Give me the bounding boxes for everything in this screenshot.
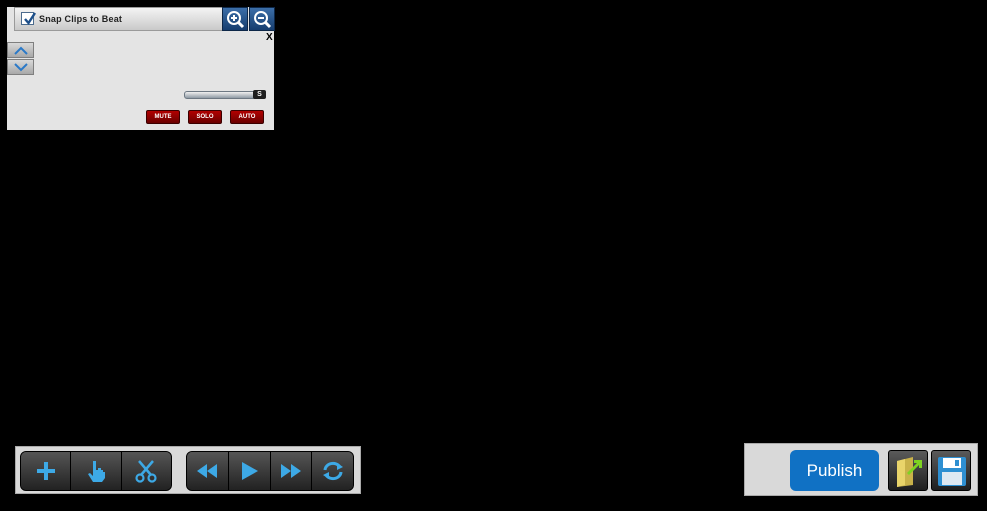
fast-forward-icon — [280, 464, 301, 478]
play-icon — [242, 462, 259, 480]
track-panel: Snap Clips to Beat X S MUTE SOLO AUTO — [7, 7, 275, 130]
loop-icon — [322, 461, 343, 481]
export-icon — [897, 457, 922, 487]
play-button[interactable] — [228, 452, 271, 490]
scissors-icon — [135, 460, 157, 483]
mute-button[interactable]: MUTE — [146, 110, 180, 124]
zoom-out-button[interactable] — [249, 7, 275, 31]
playback-tools-group — [186, 451, 354, 491]
scissors-button[interactable] — [121, 452, 171, 490]
rewind-button[interactable] — [187, 452, 229, 490]
rewind-icon — [197, 464, 218, 478]
snap-checkbox[interactable] — [21, 12, 37, 25]
scroll-down-icon — [14, 63, 28, 72]
hand-pointer-icon — [87, 461, 105, 482]
scroll-up-icon — [14, 46, 28, 55]
publish-panel: Publish — [744, 443, 978, 496]
close-button[interactable]: X — [266, 32, 273, 43]
edit-tools-group — [20, 451, 172, 491]
panel-header: Snap Clips to Beat — [14, 7, 229, 31]
slider-knob[interactable]: S — [253, 90, 266, 99]
zoom-in-button[interactable] — [222, 7, 248, 31]
solo-button[interactable]: SOLO — [188, 110, 222, 124]
zoom-out-icon — [254, 11, 272, 29]
auto-button[interactable]: AUTO — [230, 110, 264, 124]
zoom-in-icon — [227, 11, 245, 29]
volume-slider[interactable] — [184, 91, 258, 99]
add-icon — [36, 462, 55, 480]
publish-button[interactable]: Publish — [790, 450, 879, 491]
export-button[interactable] — [888, 450, 928, 491]
scroll-down-button[interactable] — [7, 59, 34, 75]
scroll-up-button[interactable] — [7, 42, 34, 58]
add-button[interactable] — [21, 452, 72, 490]
save-icon — [938, 457, 966, 486]
save-button[interactable] — [931, 450, 971, 491]
hand-tool-button[interactable] — [71, 452, 122, 490]
checkmark-icon — [24, 12, 37, 25]
loop-button[interactable] — [312, 452, 353, 490]
transport-toolbar — [15, 446, 361, 494]
snap-label: Snap Clips to Beat — [39, 14, 123, 24]
fast-forward-button[interactable] — [270, 452, 313, 490]
